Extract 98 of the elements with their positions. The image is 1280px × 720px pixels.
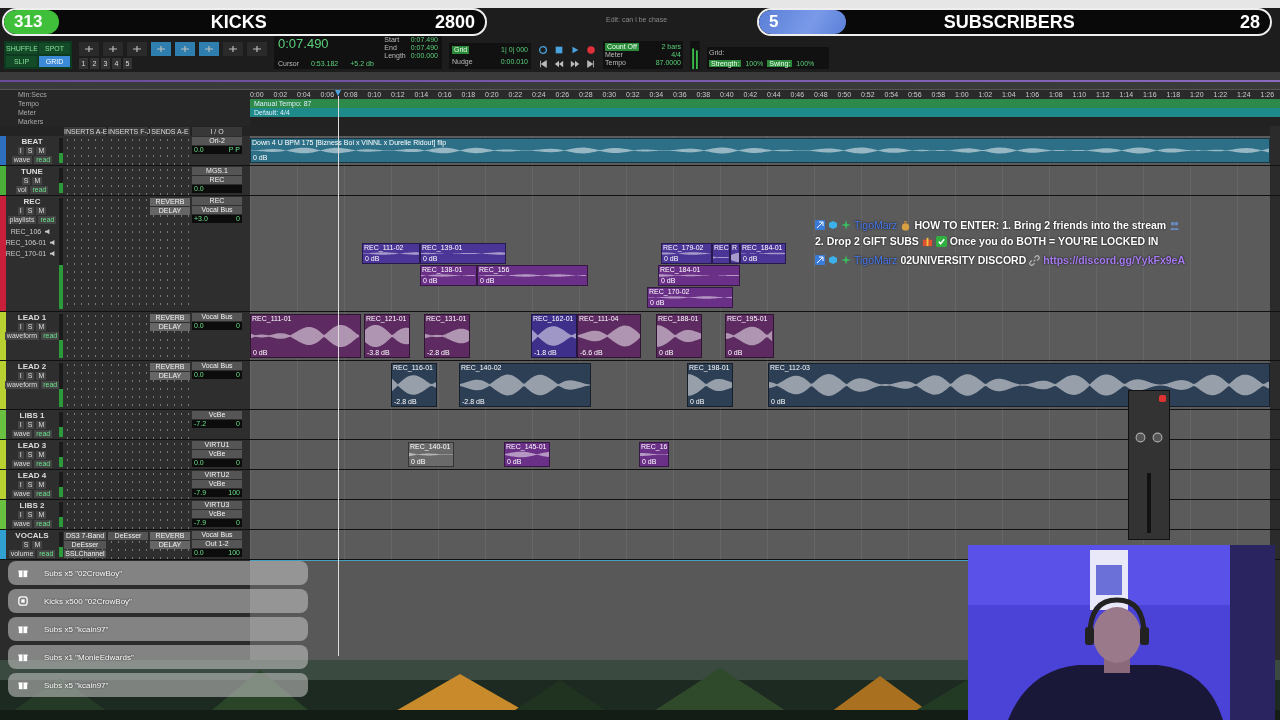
gift-icon <box>921 235 933 247</box>
alert-text: Subs x5 "kcain97" <box>44 680 109 690</box>
tool-button[interactable] <box>247 42 267 56</box>
waveform-drawing <box>363 252 419 255</box>
loop-icon[interactable] <box>538 45 548 55</box>
tool-icon <box>108 45 118 53</box>
stop-icon[interactable] <box>554 45 564 55</box>
track-name[interactable]: LEAD 1 <box>17 313 47 322</box>
tool-button[interactable] <box>223 42 243 56</box>
cube-icon <box>828 220 838 230</box>
tool-icon <box>252 45 262 53</box>
track-meter <box>59 412 63 437</box>
tool-icon <box>228 45 238 53</box>
square-icon <box>18 596 28 606</box>
alert-text: Subs x5 "kcain97" <box>44 624 109 634</box>
fast-forward-icon[interactable] <box>570 59 580 69</box>
goal-target: 28 <box>1239 11 1260 33</box>
go-to-end-icon[interactable] <box>586 59 596 69</box>
rewind-to-start-icon[interactable] <box>538 59 548 69</box>
waveform-drawing <box>578 323 640 349</box>
tool-button[interactable] <box>79 42 99 56</box>
send-slot-grid <box>150 500 190 529</box>
badge-icon <box>815 255 825 265</box>
track-meter <box>59 168 63 193</box>
waveform-drawing <box>365 323 409 349</box>
waveform-drawing <box>741 252 785 255</box>
send-slot-grid <box>150 136 190 165</box>
record-icon[interactable] <box>586 45 596 55</box>
track-name[interactable]: TUNE <box>21 167 43 176</box>
track-name[interactable]: LIBS 2 <box>19 501 45 510</box>
tool-icon <box>204 45 214 53</box>
chat-message-text: 2. Drop 2 GIFT SUBS <box>815 234 919 248</box>
send-slot-grid <box>150 470 190 499</box>
track-name[interactable]: LEAD 3 <box>17 441 47 450</box>
send-slot-grid <box>150 440 190 469</box>
gift-icon <box>18 624 28 634</box>
alert-text: Subs x5 "02CrowBoy" <box>44 568 123 578</box>
badge-icon <box>815 220 825 230</box>
sparkle-icon <box>841 255 851 265</box>
alert-text: Kicks x500 "02CrowBoy" <box>44 596 132 606</box>
money-bag-icon <box>900 219 912 231</box>
track-meter <box>59 532 63 557</box>
chat-message-text: HOW TO ENTER: 1. Bring 2 friends into the stream <box>914 218 1167 232</box>
check-icon <box>935 235 947 247</box>
waveform-drawing <box>662 252 711 255</box>
rewind-icon[interactable] <box>554 59 564 69</box>
track-name[interactable]: LIBS 1 <box>19 411 45 420</box>
track-name[interactable]: LEAD 4 <box>17 471 47 480</box>
insert-slot-grid <box>64 136 106 165</box>
cube-icon <box>828 255 838 265</box>
track-meter <box>59 138 63 163</box>
main-counter: 0:07.490 <box>278 36 329 51</box>
tool-button[interactable] <box>127 42 147 56</box>
track-meter <box>59 363 63 407</box>
goal-label: SUBSCRIBERS <box>942 11 1076 33</box>
track-meter <box>59 314 63 358</box>
goal-count: 5 <box>769 12 779 32</box>
track-meter <box>59 442 63 467</box>
knob-icon[interactable] <box>1152 432 1163 443</box>
alert-text: Subs x1 "MonieEdwards" <box>44 652 134 662</box>
knob-icon[interactable] <box>1135 432 1146 443</box>
waveform-drawing <box>421 274 476 277</box>
play-icon[interactable] <box>570 45 580 55</box>
waveform-drawing <box>640 451 668 458</box>
gift-icon <box>18 652 28 662</box>
tool-button[interactable] <box>103 42 123 56</box>
gift-icon <box>18 680 28 690</box>
tool-icon <box>84 45 94 53</box>
waveform-drawing <box>505 451 549 458</box>
waveform-drawing <box>409 451 453 458</box>
tool-icon <box>156 45 166 53</box>
waveform-drawing <box>688 372 732 398</box>
track-name[interactable]: VOCALS <box>15 531 49 540</box>
tool-icon <box>180 45 190 53</box>
track-meter <box>59 502 63 527</box>
track-name[interactable]: LEAD 2 <box>17 362 47 371</box>
insert-slot-grid <box>64 470 106 499</box>
level-meter-icon <box>690 41 700 69</box>
waveform-drawing <box>657 323 701 349</box>
chat-message-text: 02UNIVERSITY DISCORD <box>900 253 1027 267</box>
waveform-drawing <box>392 372 436 398</box>
track-name[interactable]: BEAT <box>21 137 43 146</box>
goal-target: 2800 <box>434 11 475 33</box>
fader-track[interactable] <box>1147 473 1151 533</box>
waveform-drawing <box>731 252 739 263</box>
track-meter <box>59 472 63 497</box>
goal-count: 313 <box>14 12 43 32</box>
track-name[interactable]: REC <box>23 197 41 206</box>
waveform-drawing <box>532 323 576 349</box>
goal-label: KICKS <box>209 11 268 33</box>
sparkle-icon <box>841 220 851 230</box>
insert-slot-grid <box>64 500 106 529</box>
people-icon <box>1169 219 1181 231</box>
link-icon <box>1029 254 1041 266</box>
gift-icon <box>18 568 28 578</box>
insert-slot-grid <box>64 440 106 469</box>
chat-message-text: Once you do BOTH = YOU'RE LOCKED IN <box>949 234 1159 248</box>
tool-icon <box>132 45 142 53</box>
